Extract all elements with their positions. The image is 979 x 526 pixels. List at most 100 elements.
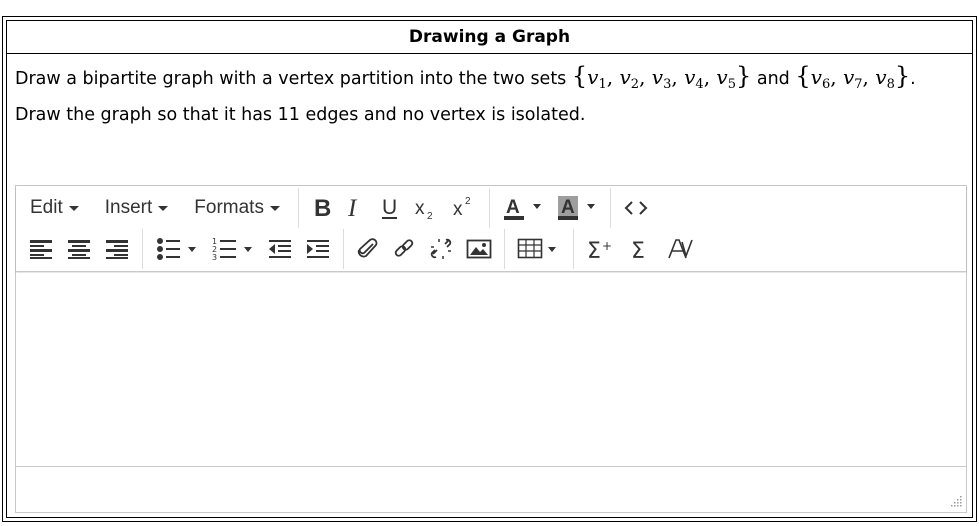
editor-toolbar: Edit Insert Formats B I U x2 x 2 A A 1 2… bbox=[16, 186, 966, 272]
bold-button[interactable]: B bbox=[305, 191, 339, 225]
insert-menu-label: Insert bbox=[104, 197, 153, 218]
svg-text:x: x bbox=[453, 199, 463, 220]
superscript-icon: x2 bbox=[453, 196, 471, 220]
set2-vertex: v6 bbox=[810, 65, 831, 92]
attachment-icon bbox=[357, 238, 378, 258]
svg-text:3: 3 bbox=[212, 253, 217, 262]
align-right-button[interactable] bbox=[98, 232, 136, 266]
numbered-list-button[interactable]: 123 bbox=[205, 232, 261, 266]
align-left-icon bbox=[30, 240, 52, 259]
unlink-button[interactable] bbox=[422, 232, 460, 266]
set1-vertex: v3 bbox=[651, 65, 672, 92]
edit-menu-label: Edit bbox=[30, 197, 63, 218]
text-color-icon: A bbox=[503, 197, 541, 220]
sum-plus-icon: Σ + bbox=[587, 239, 612, 262]
table-button[interactable] bbox=[511, 232, 567, 266]
table-icon bbox=[517, 238, 556, 259]
align-center-button[interactable] bbox=[60, 232, 98, 266]
bullet-list-button[interactable] bbox=[149, 232, 205, 266]
set-separator: , bbox=[703, 65, 717, 89]
code-icon bbox=[624, 201, 648, 215]
outdent-button[interactable] bbox=[261, 232, 299, 266]
source-code-button[interactable] bbox=[617, 191, 655, 225]
set-separator: , bbox=[830, 65, 843, 89]
svg-text:x: x bbox=[415, 198, 425, 219]
edit-menu[interactable]: Edit bbox=[16, 188, 91, 228]
set-separator: , bbox=[639, 65, 652, 89]
editor-statusbar bbox=[16, 466, 966, 512]
editor-content-area[interactable] bbox=[16, 273, 966, 466]
formats-menu-label: Formats bbox=[194, 197, 264, 218]
toolbar-divider bbox=[142, 229, 143, 269]
italic-icon: I bbox=[347, 196, 358, 220]
italic-button[interactable]: I bbox=[339, 191, 373, 225]
chevron-down-icon bbox=[269, 205, 280, 211]
insert-sum-plus-button[interactable]: Σ + bbox=[580, 232, 622, 266]
sum-icon: Σ bbox=[631, 239, 645, 262]
toolbar-row-1: Edit Insert Formats B I U x2 x 2 A A bbox=[16, 188, 655, 228]
set1-vertex: v1 bbox=[587, 65, 607, 92]
question-text: Draw a bipartite graph with a vertex par… bbox=[15, 61, 965, 130]
text-color-button[interactable]: A bbox=[496, 191, 550, 225]
superscript-button[interactable]: x2 bbox=[445, 191, 483, 225]
image-button[interactable] bbox=[460, 232, 498, 266]
vertex-set-1: {v1, v2, v3, v4, v5} bbox=[571, 62, 752, 92]
set2-vertex: v7 bbox=[842, 65, 863, 92]
underline-button[interactable]: U bbox=[373, 191, 407, 225]
attachment-button[interactable] bbox=[350, 232, 386, 266]
toolbar-divider bbox=[488, 188, 490, 228]
vertex-set-2: {v6, v7, v8} bbox=[795, 62, 911, 92]
resize-handle-icon[interactable] bbox=[950, 496, 962, 508]
image-icon bbox=[466, 239, 492, 259]
indent-icon bbox=[307, 240, 329, 258]
svg-text:Σ: Σ bbox=[631, 239, 645, 262]
set1-vertex: v4 bbox=[684, 65, 704, 92]
svg-text:I: I bbox=[347, 196, 358, 220]
formats-menu[interactable]: Formats bbox=[180, 188, 292, 228]
toolbar-row-2: 123 Σ + Σ bbox=[16, 229, 702, 269]
insert-menu[interactable]: Insert bbox=[91, 188, 181, 228]
svg-text:A: A bbox=[506, 197, 520, 218]
subscript-button[interactable]: x2 bbox=[407, 191, 445, 225]
svg-text:U: U bbox=[382, 196, 397, 219]
toolbar-divider bbox=[504, 229, 505, 269]
set-separator: , bbox=[671, 65, 685, 89]
svg-text:+: + bbox=[602, 239, 612, 253]
question-title: Drawing a Graph bbox=[7, 21, 972, 54]
rich-text-editor: Edit Insert Formats B I U x2 x 2 A A 1 2… bbox=[15, 185, 967, 513]
question-frame: Drawing a Graph Draw a bipartite graph w… bbox=[2, 16, 977, 522]
insert-sum-button[interactable]: Σ bbox=[622, 232, 660, 266]
background-color-button[interactable]: A bbox=[550, 191, 604, 225]
set-separator: , bbox=[606, 65, 620, 89]
set1-vertex: v2 bbox=[619, 65, 640, 92]
align-center-icon bbox=[68, 240, 90, 259]
align-left-button[interactable] bbox=[22, 232, 60, 266]
strikethrough-a-icon bbox=[668, 239, 693, 259]
unlink-icon bbox=[430, 238, 452, 259]
svg-text:2: 2 bbox=[465, 196, 471, 207]
question-panel: Drawing a Graph Draw a bipartite graph w… bbox=[6, 20, 973, 518]
subscript-icon: x2 bbox=[415, 198, 433, 221]
svg-text:A: A bbox=[561, 197, 575, 218]
background-color-icon: A bbox=[557, 196, 595, 220]
chevron-down-icon bbox=[68, 205, 79, 211]
svg-text:Σ: Σ bbox=[587, 239, 601, 262]
set2-vertex: v8 bbox=[875, 65, 895, 92]
link-icon bbox=[394, 239, 414, 257]
set-separator: , bbox=[862, 65, 876, 89]
equation-editor-button[interactable] bbox=[660, 232, 702, 266]
chevron-down-icon bbox=[158, 205, 169, 211]
bold-icon: B bbox=[314, 196, 331, 220]
toolbar-divider bbox=[343, 229, 344, 269]
bullet-list-icon bbox=[157, 238, 196, 260]
toolbar-divider bbox=[573, 229, 574, 269]
indent-button[interactable] bbox=[299, 232, 337, 266]
toolbar-divider bbox=[297, 188, 299, 228]
svg-text:2: 2 bbox=[427, 211, 433, 221]
numbered-list-icon: 123 bbox=[212, 237, 252, 262]
set1-vertex: v5 bbox=[716, 65, 736, 92]
link-button[interactable] bbox=[386, 232, 422, 266]
question-text-middle: and bbox=[751, 69, 796, 89]
align-right-icon bbox=[106, 240, 128, 259]
toolbar-divider bbox=[609, 188, 611, 228]
